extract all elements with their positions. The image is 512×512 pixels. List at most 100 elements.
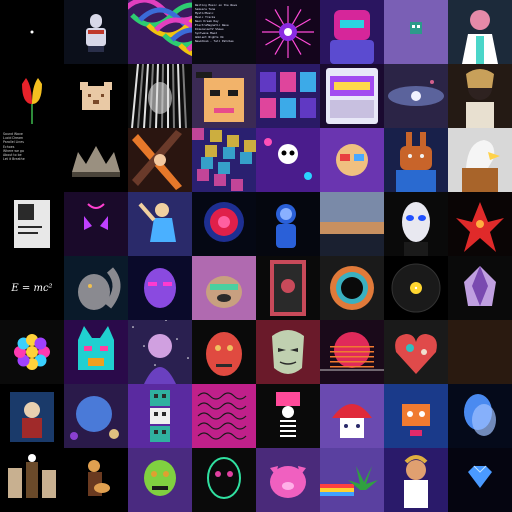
tile-artwork xyxy=(78,326,114,370)
gallery-tile[interactable] xyxy=(320,192,384,256)
gallery-tile[interactable] xyxy=(64,128,128,192)
gallery-tile[interactable] xyxy=(256,192,320,256)
tile-artwork xyxy=(88,460,110,496)
gallery-tile[interactable] xyxy=(448,64,512,128)
gallery-tile[interactable] xyxy=(384,64,448,128)
tile-artwork xyxy=(14,200,50,248)
gallery-tile[interactable] xyxy=(320,64,384,128)
tile-artwork xyxy=(30,30,34,34)
tile-artwork xyxy=(332,404,372,438)
gallery-tile[interactable] xyxy=(192,384,256,448)
gallery-tile[interactable] xyxy=(320,256,384,320)
tile-artwork xyxy=(132,130,182,190)
gallery-tile[interactable] xyxy=(448,192,512,256)
gallery-tile[interactable] xyxy=(192,64,256,128)
gallery-tile[interactable] xyxy=(64,192,128,256)
gallery-tile[interactable]: E = mc² xyxy=(0,256,64,320)
gallery-tile[interactable] xyxy=(128,192,192,256)
gallery-tile[interactable] xyxy=(128,448,192,512)
gallery-tile[interactable] xyxy=(384,384,448,448)
tile-artwork xyxy=(204,202,244,242)
gallery-tile[interactable] xyxy=(256,128,320,192)
gallery-tile[interactable] xyxy=(384,320,448,384)
gallery-tile[interactable] xyxy=(192,192,256,256)
gallery-tile[interactable] xyxy=(0,192,64,256)
tile-artwork xyxy=(464,394,496,436)
gallery-tile[interactable] xyxy=(256,384,320,448)
gallery-tile[interactable] xyxy=(448,384,512,448)
gallery-tile[interactable] xyxy=(256,64,320,128)
gallery-tile[interactable] xyxy=(192,256,256,320)
tile-artwork xyxy=(464,266,496,306)
gallery-tile[interactable] xyxy=(448,448,512,512)
tile-artwork xyxy=(402,404,430,436)
gallery-tile[interactable] xyxy=(128,256,192,320)
tile-artwork xyxy=(404,455,428,508)
gallery-tile[interactable] xyxy=(320,320,384,384)
gallery-tile[interactable] xyxy=(384,0,448,64)
tile-artwork xyxy=(206,276,242,308)
gallery-tile[interactable] xyxy=(256,448,320,512)
gallery-tile[interactable] xyxy=(128,0,192,64)
gallery-tile[interactable]: Sound Wave Lucid Dream Parallel Lines Ec… xyxy=(0,128,64,192)
gallery-tile[interactable] xyxy=(384,448,448,512)
gallery-tile[interactable] xyxy=(320,128,384,192)
gallery-tile[interactable] xyxy=(64,448,128,512)
tile-artwork xyxy=(150,390,170,442)
tile-artwork xyxy=(192,128,256,191)
gallery-tile[interactable] xyxy=(0,320,64,384)
gallery-tile[interactable] xyxy=(128,320,192,384)
tile-artwork xyxy=(86,14,106,52)
gallery-tile[interactable] xyxy=(0,448,64,512)
gallery-tile[interactable] xyxy=(192,448,256,512)
gallery-tile[interactable] xyxy=(256,320,320,384)
gallery-tile[interactable] xyxy=(64,64,128,128)
gallery-tile[interactable] xyxy=(192,320,256,384)
gallery-tile[interactable] xyxy=(192,128,256,192)
tile-artwork xyxy=(448,320,512,384)
tile-artwork xyxy=(320,466,378,496)
tile-artwork xyxy=(320,332,384,371)
nft-gallery-grid: Waiting Music on the Wave Samsara Tone M… xyxy=(0,0,512,512)
tile-artwork xyxy=(456,202,504,252)
gallery-tile[interactable] xyxy=(128,128,192,192)
tile-artwork xyxy=(336,144,368,176)
tile-artwork xyxy=(144,460,176,496)
tile-artwork xyxy=(276,392,300,437)
gallery-tile[interactable] xyxy=(0,64,64,128)
gallery-tile[interactable] xyxy=(128,64,192,128)
tile-artwork xyxy=(391,263,441,313)
gallery-tile[interactable] xyxy=(320,448,384,512)
tile-artwork xyxy=(395,334,437,374)
gallery-tile[interactable] xyxy=(448,128,512,192)
tile-artwork xyxy=(410,22,422,34)
gallery-tile[interactable]: Waiting Music on the Wave Samsara Tone M… xyxy=(192,0,256,64)
gallery-tile[interactable] xyxy=(448,256,512,320)
gallery-tile[interactable] xyxy=(64,0,128,64)
gallery-tile[interactable] xyxy=(256,256,320,320)
tile-artwork xyxy=(78,267,121,310)
gallery-tile[interactable] xyxy=(0,0,64,64)
gallery-tile[interactable] xyxy=(64,320,128,384)
tile-artwork xyxy=(207,457,241,499)
gallery-tile[interactable] xyxy=(384,256,448,320)
gallery-tile[interactable] xyxy=(320,0,384,64)
tile-artwork xyxy=(270,260,306,316)
tile-caption: Waiting Music on the Wave Samsara Tone M… xyxy=(195,3,238,43)
tile-artwork xyxy=(206,332,242,376)
gallery-tile[interactable] xyxy=(128,384,192,448)
gallery-tile[interactable] xyxy=(64,384,128,448)
gallery-tile[interactable] xyxy=(384,128,448,192)
tile-artwork xyxy=(196,72,244,122)
tile-artwork xyxy=(144,268,176,308)
gallery-tile[interactable] xyxy=(384,192,448,256)
tile-artwork xyxy=(402,202,430,256)
gallery-tile[interactable] xyxy=(64,256,128,320)
gallery-tile[interactable] xyxy=(320,384,384,448)
tile-artwork xyxy=(462,140,500,192)
tile-artwork xyxy=(8,454,56,498)
gallery-tile[interactable] xyxy=(256,0,320,64)
gallery-tile[interactable] xyxy=(448,0,512,64)
gallery-tile[interactable] xyxy=(448,320,512,384)
gallery-tile[interactable] xyxy=(0,384,64,448)
